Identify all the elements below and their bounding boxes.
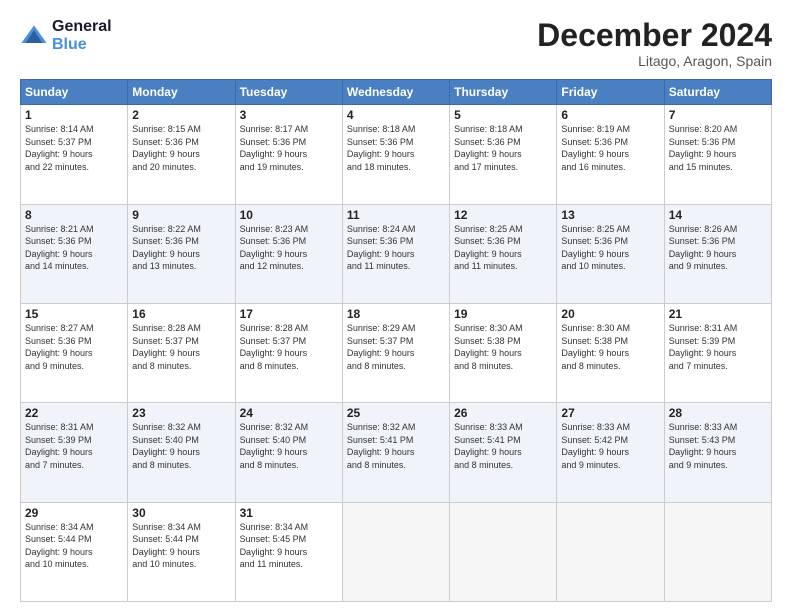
col-sunday: Sunday <box>21 80 128 105</box>
day-23: 23Sunrise: 8:32 AMSunset: 5:40 PMDayligh… <box>128 403 235 502</box>
col-friday: Friday <box>557 80 664 105</box>
location: Litago, Aragon, Spain <box>537 53 772 69</box>
week-row-4: 22Sunrise: 8:31 AMSunset: 5:39 PMDayligh… <box>21 403 772 502</box>
col-thursday: Thursday <box>450 80 557 105</box>
day-12: 12Sunrise: 8:25 AMSunset: 5:36 PMDayligh… <box>450 204 557 303</box>
week-row-3: 15Sunrise: 8:27 AMSunset: 5:36 PMDayligh… <box>21 303 772 402</box>
day-6: 6Sunrise: 8:19 AMSunset: 5:36 PMDaylight… <box>557 105 664 204</box>
day-5: 5Sunrise: 8:18 AMSunset: 5:36 PMDaylight… <box>450 105 557 204</box>
day-18: 18Sunrise: 8:29 AMSunset: 5:37 PMDayligh… <box>342 303 449 402</box>
col-tuesday: Tuesday <box>235 80 342 105</box>
day-28: 28Sunrise: 8:33 AMSunset: 5:43 PMDayligh… <box>664 403 771 502</box>
empty-cell <box>450 502 557 601</box>
day-11: 11Sunrise: 8:24 AMSunset: 5:36 PMDayligh… <box>342 204 449 303</box>
day-14: 14Sunrise: 8:26 AMSunset: 5:36 PMDayligh… <box>664 204 771 303</box>
col-wednesday: Wednesday <box>342 80 449 105</box>
day-17: 17Sunrise: 8:28 AMSunset: 5:37 PMDayligh… <box>235 303 342 402</box>
week-row-5: 29Sunrise: 8:34 AMSunset: 5:44 PMDayligh… <box>21 502 772 601</box>
day-4: 4Sunrise: 8:18 AMSunset: 5:36 PMDaylight… <box>342 105 449 204</box>
col-saturday: Saturday <box>664 80 771 105</box>
day-16: 16Sunrise: 8:28 AMSunset: 5:37 PMDayligh… <box>128 303 235 402</box>
day-21: 21Sunrise: 8:31 AMSunset: 5:39 PMDayligh… <box>664 303 771 402</box>
day-13: 13Sunrise: 8:25 AMSunset: 5:36 PMDayligh… <box>557 204 664 303</box>
col-monday: Monday <box>128 80 235 105</box>
day-26: 26Sunrise: 8:33 AMSunset: 5:41 PMDayligh… <box>450 403 557 502</box>
calendar-table: Sunday Monday Tuesday Wednesday Thursday… <box>20 79 772 602</box>
day-25: 25Sunrise: 8:32 AMSunset: 5:41 PMDayligh… <box>342 403 449 502</box>
weekday-header-row: Sunday Monday Tuesday Wednesday Thursday… <box>21 80 772 105</box>
empty-cell <box>557 502 664 601</box>
day-9: 9Sunrise: 8:22 AMSunset: 5:36 PMDaylight… <box>128 204 235 303</box>
title-block: December 2024 Litago, Aragon, Spain <box>537 18 772 69</box>
month-title: December 2024 <box>537 18 772 53</box>
day-3: 3Sunrise: 8:17 AMSunset: 5:36 PMDaylight… <box>235 105 342 204</box>
day-7: 7Sunrise: 8:20 AMSunset: 5:36 PMDaylight… <box>664 105 771 204</box>
day-31: 31Sunrise: 8:34 AMSunset: 5:45 PMDayligh… <box>235 502 342 601</box>
day-1: 1Sunrise: 8:14 AMSunset: 5:37 PMDaylight… <box>21 105 128 204</box>
page: General Blue December 2024 Litago, Arago… <box>0 0 792 612</box>
header: General Blue December 2024 Litago, Arago… <box>20 18 772 69</box>
day-24: 24Sunrise: 8:32 AMSunset: 5:40 PMDayligh… <box>235 403 342 502</box>
logo-text: General Blue <box>52 18 112 53</box>
week-row-2: 8Sunrise: 8:21 AMSunset: 5:36 PMDaylight… <box>21 204 772 303</box>
day-15: 15Sunrise: 8:27 AMSunset: 5:36 PMDayligh… <box>21 303 128 402</box>
day-20: 20Sunrise: 8:30 AMSunset: 5:38 PMDayligh… <box>557 303 664 402</box>
day-2: 2Sunrise: 8:15 AMSunset: 5:36 PMDaylight… <box>128 105 235 204</box>
day-19: 19Sunrise: 8:30 AMSunset: 5:38 PMDayligh… <box>450 303 557 402</box>
logo-icon <box>20 22 48 50</box>
day-22: 22Sunrise: 8:31 AMSunset: 5:39 PMDayligh… <box>21 403 128 502</box>
day-8: 8Sunrise: 8:21 AMSunset: 5:36 PMDaylight… <box>21 204 128 303</box>
empty-cell <box>342 502 449 601</box>
week-row-1: 1Sunrise: 8:14 AMSunset: 5:37 PMDaylight… <box>21 105 772 204</box>
day-30: 30Sunrise: 8:34 AMSunset: 5:44 PMDayligh… <box>128 502 235 601</box>
logo: General Blue <box>20 18 112 53</box>
empty-cell <box>664 502 771 601</box>
day-27: 27Sunrise: 8:33 AMSunset: 5:42 PMDayligh… <box>557 403 664 502</box>
day-29: 29Sunrise: 8:34 AMSunset: 5:44 PMDayligh… <box>21 502 128 601</box>
day-10: 10Sunrise: 8:23 AMSunset: 5:36 PMDayligh… <box>235 204 342 303</box>
